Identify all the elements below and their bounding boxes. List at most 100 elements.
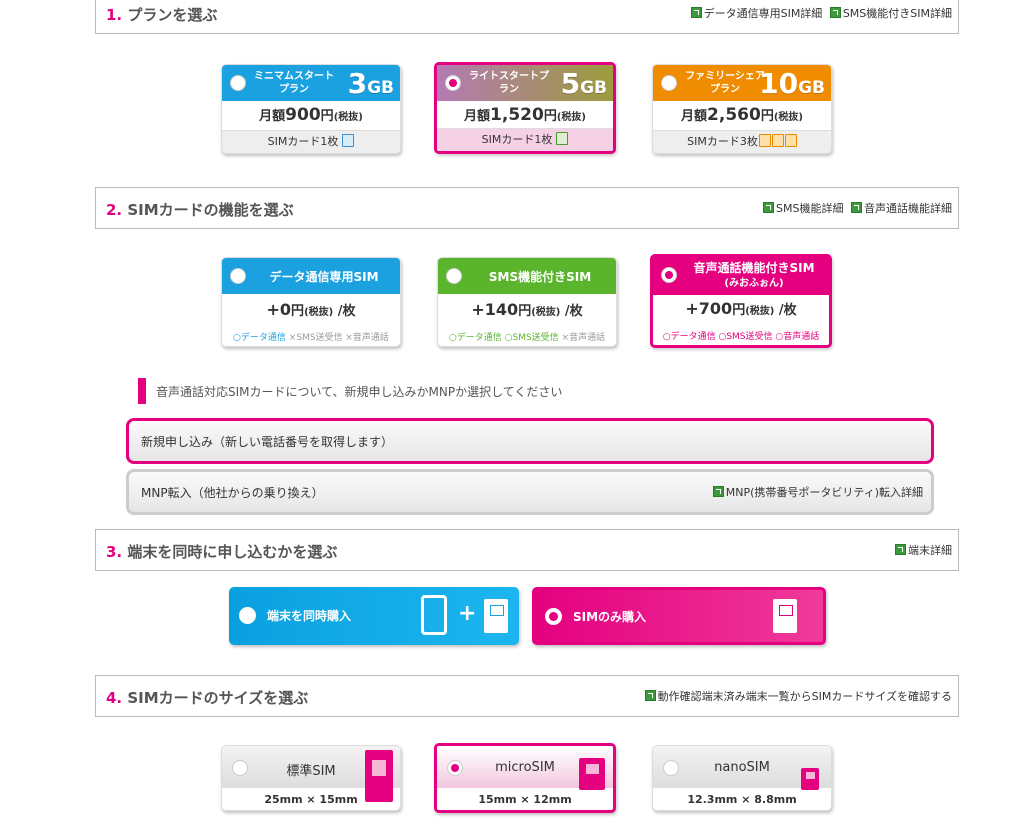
size-card-micro[interactable]: microSIM 15mm × 12mm (434, 743, 616, 813)
function-band: データ通信専用SIM (222, 258, 400, 294)
radio-button-selected[interactable] (661, 267, 677, 283)
link-voice-function-detail[interactable]: 音声通話機能詳細 (851, 200, 952, 216)
sim-card-icon (484, 599, 508, 633)
function-title: データ通信専用SIM (269, 270, 379, 284)
option-label: MNP転入（他社からの乗り換え） (141, 486, 324, 500)
size-card-standard[interactable]: 標準SIM 25mm × 15mm (221, 745, 401, 811)
section-title-text: プランを選ぶ (127, 6, 218, 24)
link-data-sim-detail[interactable]: データ通信専用SIM詳細 (690, 5, 822, 21)
section-size-title: 4. SIMカードのサイズを選ぶ (106, 687, 308, 708)
plan-sim-count: SIMカード1枚 (222, 130, 400, 153)
link-sms-sim-detail[interactable]: SMS機能付きSIM詳細 (829, 5, 952, 21)
radio-button-selected[interactable] (545, 608, 562, 625)
notice-marker (138, 378, 146, 404)
function-card-data[interactable]: データ通信専用SIM +0円(税抜) /枚 ○データ通信 ×SMS送受信 ×音声… (221, 257, 401, 347)
section-plan-links: データ通信専用SIM詳細 SMS機能付きSIM詳細 (687, 5, 952, 21)
section-device-header: 3. 端末を同時に申し込むかを選ぶ 端末詳細 (95, 529, 959, 571)
section-title-text: 端末を同時に申し込むかを選ぶ (127, 543, 338, 561)
sim-card-icon (556, 132, 569, 145)
sim-card-icon (784, 134, 797, 147)
plan-price: 月額900円(税抜) (259, 105, 363, 125)
size-name: nanoSIM (714, 760, 770, 775)
plan-price: 月額2,560円(税抜) (681, 105, 803, 125)
sim-only-button[interactable]: SIMのみ購入 (532, 587, 826, 645)
function-card-sms[interactable]: SMS機能付きSIM +140円(税抜) /枚 ○データ通信 ○SMS送受信 ×… (437, 257, 617, 347)
arrow-link-icon (895, 544, 906, 555)
radio-button[interactable] (232, 760, 248, 776)
plan-gb: 3GB (347, 67, 394, 100)
link-size-check[interactable]: 動作確認端末済み端末一覧からSIMカードサイズを確認する (644, 688, 952, 704)
with-device-button[interactable]: 端末を同時購入 + (229, 587, 519, 645)
smartphone-icon (421, 595, 447, 635)
link-sms-function-detail[interactable]: SMS機能詳細 (763, 200, 844, 216)
section-size-links: 動作確認端末済み端末一覧からSIMカードサイズを確認する (641, 688, 952, 704)
section-number: 1. (106, 6, 123, 24)
radio-button-selected[interactable] (447, 760, 463, 776)
size-name: 標準SIM (286, 764, 336, 779)
plan-band: ミニマムスタートプラン 3GB (222, 65, 400, 101)
function-price: +140円(税抜) /枚 (471, 300, 583, 319)
section-function-title: 2. SIMカードの機能を選ぶ (106, 199, 294, 220)
plan-band: ファミリーシェアプラン 10GB (653, 65, 831, 101)
radio-button[interactable] (239, 607, 256, 624)
option-new-application[interactable]: 新規申し込み（新しい電話番号を取得します） (126, 418, 934, 464)
plan-sim-count: SIMカード3枚 (653, 130, 831, 153)
size-dimensions: 12.3mm × 8.8mm (687, 793, 797, 806)
function-title: 音声通話機能付きSIM (みおふぉん) (693, 261, 815, 289)
section-number: 4. (106, 689, 123, 707)
arrow-link-icon (851, 202, 862, 213)
arrow-link-icon (644, 690, 656, 701)
size-card-top: 標準SIM (222, 746, 400, 802)
plan-gb: 10GB (759, 67, 825, 100)
sim-card-icon (773, 599, 797, 633)
radio-button[interactable] (230, 268, 246, 284)
section-device-links: 端末詳細 (891, 542, 952, 558)
plan-name: ミニマムスタートプラン (254, 71, 334, 95)
section-title-text: SIMカードの機能を選ぶ (127, 201, 294, 219)
section-function-links: SMS機能詳細 音声通話機能詳細 (759, 200, 952, 216)
plan-band: ライトスタートプラン 5GB (437, 65, 613, 101)
section-title-text: SIMカードのサイズを選ぶ (127, 689, 309, 707)
radio-button[interactable] (663, 760, 679, 776)
plan-sim-count: SIMカード1枚 (437, 128, 613, 151)
function-features: ○データ通信 ○SMS送受信 ×音声通話 (448, 333, 606, 343)
button-label: 端末を同時購入 (267, 609, 352, 623)
function-features: ○データ通信 ○SMS送受信 ○音声通話 (662, 332, 820, 342)
section-number: 2. (106, 201, 123, 219)
function-card-voice[interactable]: 音声通話機能付きSIM (みおふぉん) +700円(税抜) /枚 ○データ通信 ○… (650, 254, 832, 348)
sim-card-icon (758, 134, 771, 147)
radio-button[interactable] (230, 75, 246, 91)
section-size-header: 4. SIMカードのサイズを選ぶ 動作確認端末済み端末一覧からSIMカードサイズ… (95, 675, 959, 717)
radio-button-selected[interactable] (445, 75, 461, 91)
size-card-nano[interactable]: nanoSIM 12.3mm × 8.8mm (652, 745, 832, 811)
link-device-detail[interactable]: 端末詳細 (895, 542, 952, 558)
section-device-title: 3. 端末を同時に申し込むかを選ぶ (106, 541, 337, 562)
size-dimensions: 25mm × 15mm (264, 793, 358, 806)
size-card-top: microSIM (437, 746, 613, 790)
option-label: 新規申し込み（新しい電話番号を取得します） (141, 435, 394, 449)
plan-name: ライトスタートプラン (469, 71, 549, 95)
plan-card-light[interactable]: ライトスタートプラン 5GB 月額1,520円(税抜) SIMカード1枚 (434, 62, 616, 154)
link-mnp-detail[interactable]: MNP(携帯番号ポータビリティ)転入詳細 (712, 484, 923, 500)
radio-button[interactable] (446, 268, 462, 284)
nano-sim-icon (801, 768, 819, 790)
plan-card-family[interactable]: ファミリーシェアプラン 10GB 月額2,560円(税抜) SIMカード3枚 (652, 64, 832, 154)
function-title: SMS機能付きSIM (488, 270, 592, 284)
option-mnp[interactable]: MNP転入（他社からの乗り換え） MNP(携帯番号ポータビリティ)転入詳細 (126, 469, 934, 515)
function-price: +0円(税抜) /枚 (266, 300, 356, 319)
radio-button[interactable] (661, 75, 677, 91)
sim-card-icon (342, 134, 355, 147)
plan-name: ファミリーシェアプラン (685, 71, 765, 95)
plan-card-minimum[interactable]: ミニマムスタートプラン 3GB 月額900円(税抜) SIMカード1枚 (221, 64, 401, 154)
function-price: +700円(税抜) /枚 (685, 299, 797, 318)
plus-icon: + (458, 601, 477, 626)
arrow-link-icon (712, 486, 724, 497)
function-band: SMS機能付きSIM (438, 258, 616, 294)
size-dimensions: 15mm × 12mm (478, 793, 572, 806)
function-features: ○データ通信 ×SMS送受信 ×音声通話 (233, 333, 389, 343)
section-function-header: 2. SIMカードの機能を選ぶ SMS機能詳細 音声通話機能詳細 (95, 187, 959, 229)
sim-card-icon (771, 134, 784, 147)
function-band: 音声通話機能付きSIM (みおふぉん) (653, 257, 829, 295)
size-name: microSIM (495, 760, 555, 775)
section-plan-title: 1. プランを選ぶ (106, 4, 217, 25)
